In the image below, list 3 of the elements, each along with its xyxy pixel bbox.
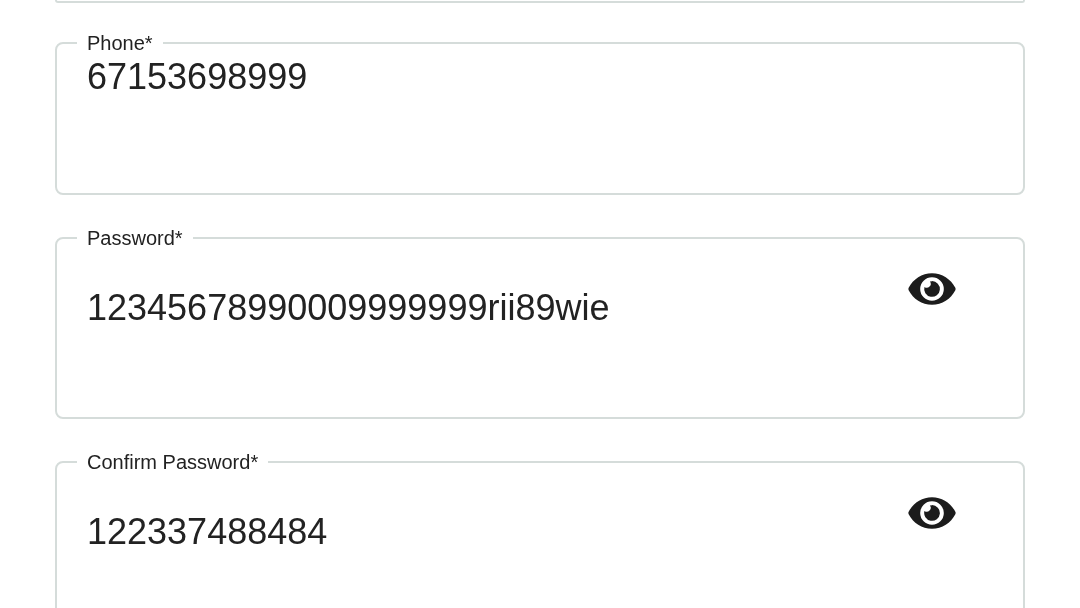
field-label: Confirm Password* — [86, 450, 260, 474]
field-label: Phone* — [86, 31, 154, 55]
field-label: Password* — [86, 226, 184, 250]
